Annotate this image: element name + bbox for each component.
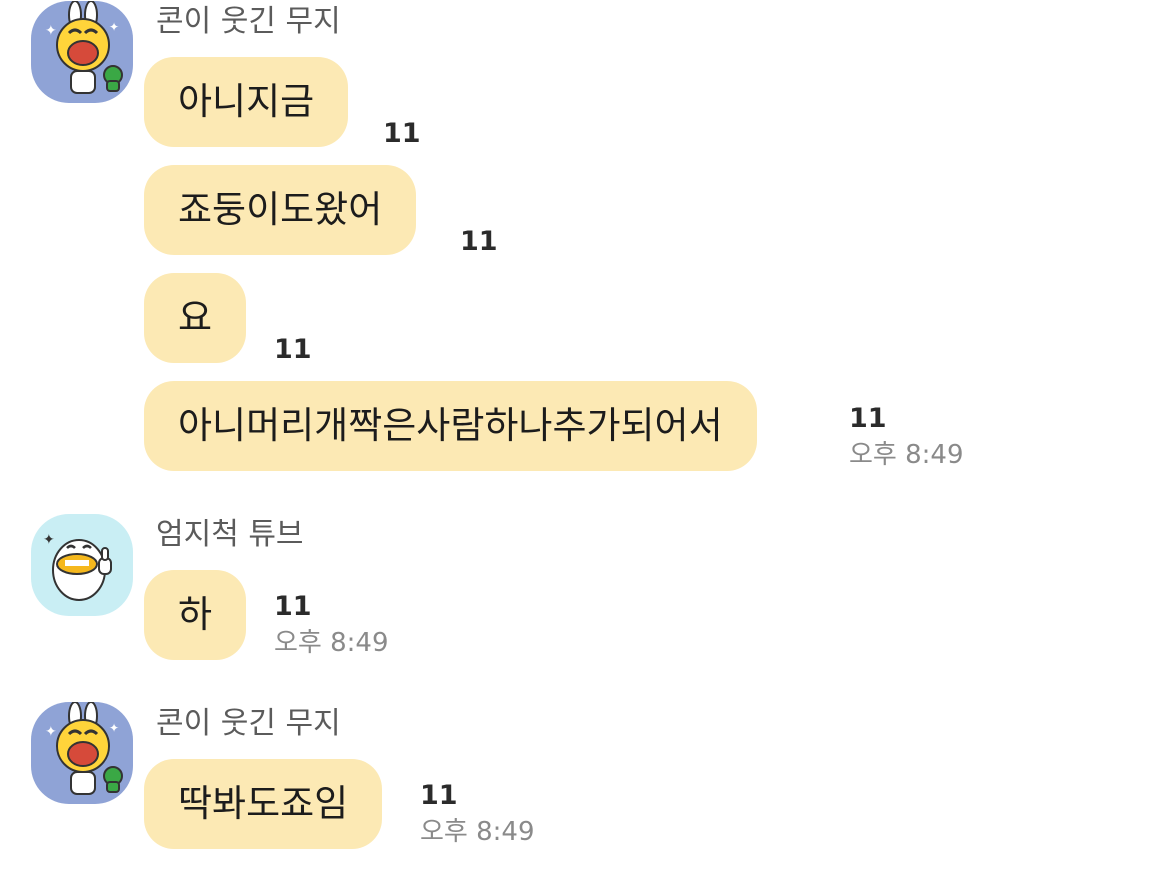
unread-count: 11 (383, 118, 421, 149)
message-meta: 11 오후 8:49 (420, 780, 535, 848)
svg-text:✦: ✦ (45, 23, 57, 39)
message-time: 오후 8:49 (849, 440, 964, 470)
message-time: 오후 8:49 (274, 628, 389, 658)
unread-count: 11 (420, 780, 458, 811)
unread-count: 11 (849, 403, 887, 434)
avatar-tube[interactable]: ✦ (31, 514, 133, 616)
message-bubble[interactable]: 아니지금 (144, 57, 349, 147)
sender-name: 콘이 웃긴 무지 (156, 4, 341, 39)
message-meta: 11 (274, 334, 312, 366)
sender-name: 엄지척 튜브 (156, 517, 304, 552)
message-bubble[interactable]: 요 (144, 273, 247, 363)
message-time: 오후 8:49 (420, 817, 535, 847)
message-meta: 11 (460, 226, 498, 258)
muzi-con-laughing-icon: ✦ ✦ (31, 702, 133, 804)
svg-text:✦: ✦ (43, 532, 55, 548)
message-bubble[interactable]: 아니머리개짝은사람하나추가되어서 (144, 381, 757, 471)
unread-count: 11 (460, 226, 498, 257)
message-meta: 11 오후 8:49 (274, 591, 389, 659)
message-meta: 11 (383, 118, 421, 150)
svg-text:✦: ✦ (109, 721, 119, 735)
unread-count: 11 (274, 334, 312, 365)
sender-name: 콘이 웃긴 무지 (156, 706, 341, 741)
message-meta: 11 오후 8:49 (849, 403, 964, 471)
message-bubble[interactable]: 하 (144, 570, 247, 660)
avatar-muzi-con[interactable]: ✦ ✦ (31, 1, 133, 103)
unread-count: 11 (274, 591, 312, 622)
svg-text:✦: ✦ (45, 724, 57, 740)
avatar-muzi-con[interactable]: ✦ ✦ (31, 702, 133, 804)
message-bubble[interactable]: 죠둥이도왔어 (144, 165, 417, 255)
message-bubble[interactable]: 딱봐도죠임 (144, 759, 383, 849)
svg-text:✦: ✦ (109, 20, 119, 34)
muzi-con-laughing-icon: ✦ ✦ (31, 1, 133, 103)
tube-thumbs-up-icon: ✦ (31, 514, 133, 616)
